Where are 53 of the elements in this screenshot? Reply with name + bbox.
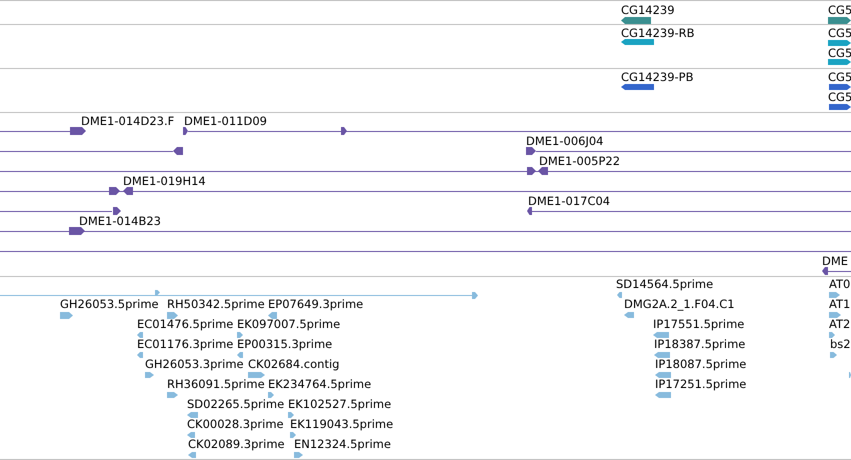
feature-label: CG14239-PB — [621, 70, 694, 84]
feature-arrow-icon — [113, 207, 121, 215]
feature-arrow-icon — [527, 167, 536, 175]
feature-label: DME1-006J04 — [526, 134, 604, 148]
feature-arrow-icon — [341, 127, 347, 135]
feature-label: EC01476.5prime — [137, 317, 234, 331]
feature-label: DME1-019H14 — [123, 174, 206, 188]
feature-arrow-icon — [849, 372, 851, 378]
feature-label: EP07649.3prime — [268, 297, 364, 311]
feature-label: DME1-005P22 — [539, 154, 620, 168]
feature-arrow-icon — [155, 290, 160, 295]
feature-label: EN12324.5prime — [294, 437, 391, 451]
feature-label: CG14239 — [621, 3, 675, 17]
feature-label: CG5 — [828, 26, 851, 40]
feature-label: CK02684.contig — [248, 357, 340, 371]
feature-label: CG14239-RB — [621, 26, 695, 40]
feature-label: DME1-014B23 — [79, 214, 161, 228]
feature-label: DME1-014D23.F — [81, 114, 174, 128]
feature-label: IP18087.5prime — [655, 357, 746, 371]
feature-label: IP17251.5prime — [655, 377, 746, 391]
feature-label: CG5 — [828, 90, 851, 104]
feature-label: CG5 — [828, 46, 851, 60]
feature-label: DME1-011D09 — [184, 114, 267, 128]
feature-label: EC01176.3prime — [137, 337, 234, 351]
feature-label: DMG2A.2_1.F04.C1 — [624, 297, 735, 311]
feature-arrow-icon — [173, 147, 183, 155]
feature-label: SD14564.5prime — [616, 277, 714, 291]
feature-label: CK00028.3prime — [187, 417, 284, 431]
feature-label: bs2 — [830, 337, 851, 351]
feature-label: RH50342.5prime — [167, 297, 265, 311]
feature-label: EK102527.5prime — [288, 397, 392, 411]
feature-label: IP18387.5prime — [654, 337, 746, 351]
feature-label: EK119043.5prime — [290, 417, 394, 431]
clone-line — [0, 131, 70, 132]
feature-label: CG5 — [828, 3, 851, 17]
feature-label: SD02265.5prime — [187, 397, 284, 411]
feature-arrow-icon — [472, 292, 478, 299]
feature-label: DME — [822, 254, 848, 268]
feature-label: CG5 — [828, 70, 851, 84]
feature-arrow-icon — [109, 187, 120, 195]
feature-label: RH36091.5prime — [167, 377, 265, 391]
feature-label: AT1 — [829, 297, 850, 311]
feature-label: CK02089.3prime — [188, 437, 285, 451]
feature-label: AT0 — [829, 277, 850, 291]
feature-label: GH26053.5prime — [60, 297, 159, 311]
clone-line — [828, 271, 851, 272]
feature-label: IP17551.5prime — [653, 317, 744, 331]
feature-label: EK097007.5prime — [237, 317, 340, 331]
feature-label: GH26053.3prime — [145, 357, 244, 371]
feature-label: EK234764.5prime — [268, 377, 372, 391]
feature-label: EP00315.3prime — [237, 337, 332, 351]
feature-label: DME1-017C04 — [528, 194, 610, 208]
feature-label: AT2 — [829, 317, 850, 331]
